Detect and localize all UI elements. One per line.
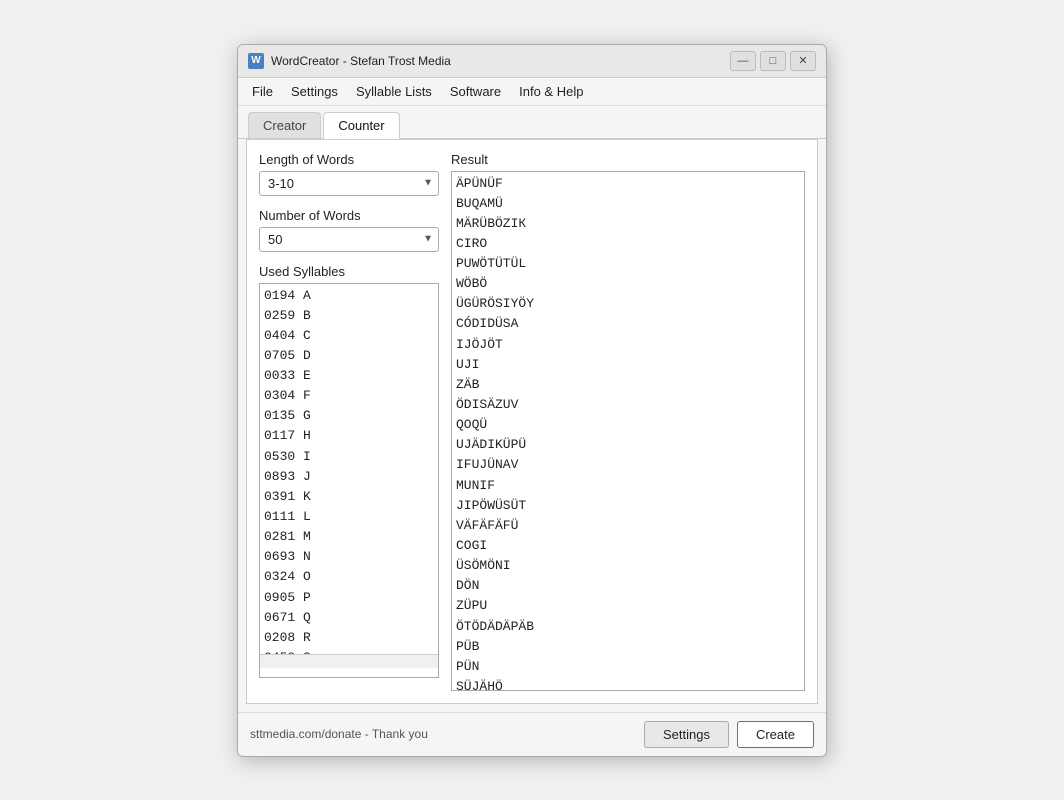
left-panel: Length of Words 3-10 1-5 5-15 3-8 ▼ Numb… [259, 152, 439, 691]
maximize-button[interactable]: □ [760, 51, 786, 71]
bottom-bar: sttmedia.com/donate - Thank you Settings… [238, 712, 826, 756]
menu-software[interactable]: Software [442, 81, 509, 102]
list-item: JIPÖWÜSÜT [456, 496, 800, 516]
list-item: 0194 A [264, 286, 434, 306]
close-button[interactable]: ✕ [790, 51, 816, 71]
list-item: 0324 O [264, 567, 434, 587]
list-item: 0117 H [264, 426, 434, 446]
status-text: sttmedia.com/donate - Thank you [250, 727, 428, 741]
list-item: DÖN [456, 576, 800, 596]
menu-bar: File Settings Syllable Lists Software In… [238, 78, 826, 106]
title-bar: W WordCreator - Stefan Trost Media — □ ✕ [238, 45, 826, 78]
list-item: 0135 G [264, 406, 434, 426]
list-item: 0281 M [264, 527, 434, 547]
list-item: 0693 N [264, 547, 434, 567]
create-button[interactable]: Create [737, 721, 814, 748]
right-panel: Result ÄPÜNÜFBUQAMÜMÄRÜBÖZIКCIROPUWÖTÜTÜ… [451, 152, 805, 691]
list-item: MUNIF [456, 476, 800, 496]
result-list[interactable]: ÄPÜNÜFBUQAMÜMÄRÜBÖZIКCIROPUWÖTÜTÜLWÖBÖÜG… [452, 172, 804, 690]
list-item: ÜSÖMÖNI [456, 556, 800, 576]
list-item: 0893 J [264, 467, 434, 487]
list-item: BUQAMÜ [456, 194, 800, 214]
list-item: SÜJÄHÖ [456, 677, 800, 689]
list-item: UJI [456, 355, 800, 375]
list-item: 0671 Q [264, 608, 434, 628]
list-item: COGI [456, 536, 800, 556]
list-item: PUWÖTÜTÜL [456, 254, 800, 274]
list-item: ZÜPU [456, 596, 800, 616]
list-item: 0530 I [264, 447, 434, 467]
list-item: 0208 R [264, 628, 434, 648]
window-title: WordCreator - Stefan Trost Media [271, 54, 451, 68]
list-item: WÖBÖ [456, 274, 800, 294]
title-bar-left: W WordCreator - Stefan Trost Media [248, 53, 451, 69]
length-label: Length of Words [259, 152, 439, 167]
list-item: 0905 P [264, 588, 434, 608]
list-item: 0391 K [264, 487, 434, 507]
menu-syllable-lists[interactable]: Syllable Lists [348, 81, 440, 102]
list-item: PÜB [456, 637, 800, 657]
content-area: Length of Words 3-10 1-5 5-15 3-8 ▼ Numb… [246, 139, 818, 704]
syllable-list[interactable]: 0194 A0259 B0404 C0705 D0033 E0304 F0135… [260, 284, 438, 654]
result-list-container: ÄPÜNÜFBUQAMÜMÄRÜBÖZIКCIROPUWÖTÜTÜLWÖBÖÜG… [451, 171, 805, 691]
syllable-list-container: 0194 A0259 B0404 C0705 D0033 E0304 F0135… [259, 283, 439, 678]
two-col-layout: Length of Words 3-10 1-5 5-15 3-8 ▼ Numb… [259, 152, 805, 691]
syllable-hscroll[interactable] [260, 654, 438, 668]
list-item: 0033 E [264, 366, 434, 386]
list-item: ÜGÜRÖSIYÖY [456, 294, 800, 314]
list-item: 0111 L [264, 507, 434, 527]
number-select[interactable]: 50 10 25 100 200 [259, 227, 439, 252]
result-label: Result [451, 152, 805, 167]
number-select-wrapper: 50 10 25 100 200 ▼ [259, 227, 439, 252]
list-item: VÄFÄFÄFÜ [456, 516, 800, 536]
list-item: CIRO [456, 234, 800, 254]
list-item: CÓDIDÜSA [456, 314, 800, 334]
list-item: ZÄB [456, 375, 800, 395]
menu-info-help[interactable]: Info & Help [511, 81, 591, 102]
bottom-buttons: Settings Create [644, 721, 814, 748]
list-item: IFUJÜNAV [456, 455, 800, 475]
app-icon: W [248, 53, 264, 69]
list-item: MÄRÜBÖZIК [456, 214, 800, 234]
main-window: W WordCreator - Stefan Trost Media — □ ✕… [237, 44, 827, 757]
list-item: ÄPÜNÜF [456, 174, 800, 194]
list-item: 0705 D [264, 346, 434, 366]
list-item: 0259 B [264, 306, 434, 326]
title-bar-controls: — □ ✕ [730, 51, 816, 71]
menu-settings[interactable]: Settings [283, 81, 346, 102]
list-item: 0404 C [264, 326, 434, 346]
tab-creator[interactable]: Creator [248, 112, 321, 138]
list-item: PÜN [456, 657, 800, 677]
list-item: 0304 F [264, 386, 434, 406]
tab-counter[interactable]: Counter [323, 112, 399, 139]
list-item: ÖTÖDÄDÄPÄB [456, 617, 800, 637]
length-select[interactable]: 3-10 1-5 5-15 3-8 [259, 171, 439, 196]
syllables-label: Used Syllables [259, 264, 439, 279]
list-item: QOQÜ [456, 415, 800, 435]
number-label: Number of Words [259, 208, 439, 223]
list-item: ÖDISÄZUV [456, 395, 800, 415]
list-item: UJÄDIKÜPÜ [456, 435, 800, 455]
minimize-button[interactable]: — [730, 51, 756, 71]
menu-file[interactable]: File [244, 81, 281, 102]
list-item: IJÖJÖT [456, 335, 800, 355]
length-select-wrapper: 3-10 1-5 5-15 3-8 ▼ [259, 171, 439, 196]
tab-bar: Creator Counter [238, 106, 826, 139]
settings-button[interactable]: Settings [644, 721, 729, 748]
